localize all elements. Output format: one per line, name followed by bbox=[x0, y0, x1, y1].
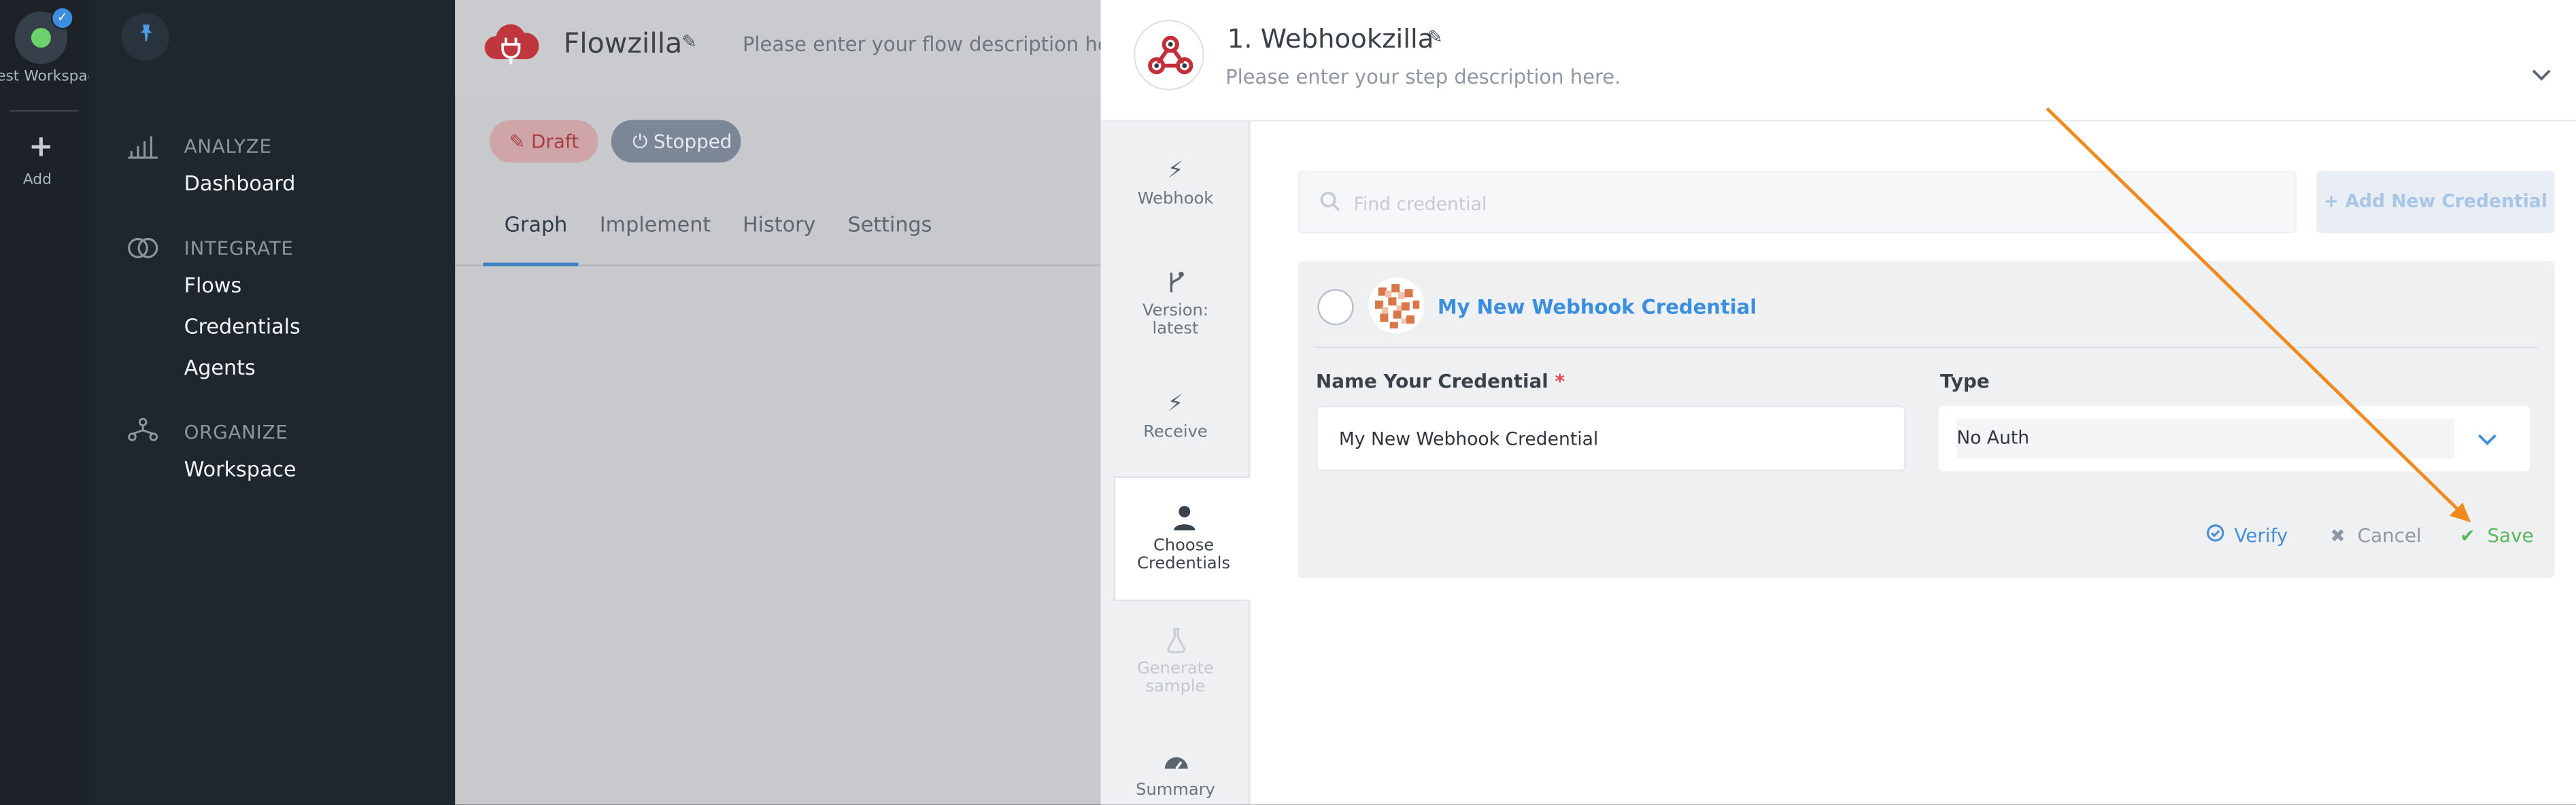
sidebar-item-label: Version: latest bbox=[1142, 302, 1209, 339]
add-new-credential-button[interactable]: + Add New Credential bbox=[2316, 171, 2555, 234]
user-icon bbox=[1170, 504, 1197, 531]
active-tab-indicator bbox=[483, 262, 579, 267]
type-selected-value: No Auth bbox=[1956, 419, 2455, 459]
nav-item-agents[interactable]: Agents bbox=[184, 355, 256, 379]
sidebar-item-label: Generate sample bbox=[1137, 660, 1214, 697]
credential-card: My New Webhook Credential Name Your Cred… bbox=[1298, 261, 2555, 579]
edit-pencil-icon[interactable]: ✎ bbox=[1427, 27, 1442, 48]
power-icon: ⏻ bbox=[632, 129, 654, 153]
branch-icon bbox=[1162, 269, 1189, 296]
sidebar-item-label: Choose Credentials bbox=[1137, 536, 1231, 574]
credentials-content: + Add New Credential bbox=[1250, 121, 2576, 805]
save-label: Save bbox=[2487, 524, 2534, 547]
divider bbox=[10, 109, 79, 112]
tab-graph[interactable]: Graph bbox=[505, 212, 568, 237]
sidebar-item-webhook[interactable]: ⚡ Webhook bbox=[1101, 158, 1251, 209]
pencil-icon: ✎ bbox=[509, 129, 532, 153]
flow-description[interactable]: Please enter your flow description here. bbox=[743, 33, 1136, 56]
name-field-label: Name Your Credential * bbox=[1316, 370, 1565, 393]
stopped-label: Stopped bbox=[653, 129, 732, 153]
main-navigation: ANALYZE Dashboard INTEGRATE Flows Creden… bbox=[88, 0, 456, 805]
sidebar-item-generate-sample: Generate sample bbox=[1101, 628, 1251, 696]
credential-name[interactable]: My New Webhook Credential bbox=[1438, 296, 1757, 319]
credential-name-input[interactable] bbox=[1316, 405, 1906, 472]
sidebar-item-label: Receive bbox=[1143, 424, 1208, 442]
save-button[interactable]: ✔ Save bbox=[2458, 524, 2534, 547]
gauge-icon bbox=[1162, 749, 1189, 776]
sidebar-item-version[interactable]: Version: latest bbox=[1101, 269, 1251, 339]
step-title: 1. Webhookzilla bbox=[1227, 22, 1434, 54]
webhook-icon bbox=[1133, 19, 1204, 90]
flow-header: Flowzilla ✎ Please enter your flow descr… bbox=[455, 0, 1136, 96]
divider bbox=[1314, 346, 2539, 349]
nav-item-credentials[interactable]: Credentials bbox=[184, 313, 301, 338]
type-field-label: Type bbox=[1940, 369, 1990, 393]
workspace-label: Test Workspace bbox=[0, 69, 95, 86]
sidebar-item-summary[interactable]: Summary bbox=[1101, 749, 1251, 800]
flask-icon bbox=[1162, 628, 1189, 654]
credential-search[interactable] bbox=[1298, 171, 2297, 234]
verify-label: Verify bbox=[2234, 524, 2288, 547]
step-sidebar: ⚡ Webhook Version: latest ⚡ Receive Choo… bbox=[1100, 121, 1252, 805]
tab-settings[interactable]: Settings bbox=[848, 212, 932, 237]
cloud-plug-icon bbox=[484, 24, 539, 65]
draft-badge[interactable]: ✎ Draft bbox=[489, 120, 598, 163]
name-field-label-text: Name Your Credential bbox=[1316, 369, 1548, 393]
pin-icon[interactable] bbox=[121, 13, 169, 61]
draft-label: Draft bbox=[531, 129, 579, 153]
workspace-status-dot bbox=[31, 28, 51, 48]
nav-item-workspace[interactable]: Workspace bbox=[184, 457, 296, 481]
tab-history[interactable]: History bbox=[743, 212, 815, 237]
tab-implement[interactable]: Implement bbox=[600, 212, 711, 237]
nav-section-integrate: INTEGRATE bbox=[184, 236, 294, 260]
bar-chart-icon bbox=[128, 136, 158, 159]
edit-pencil-icon[interactable]: ✎ bbox=[682, 31, 697, 52]
workspace-rail: ✓ Test Workspace + Add bbox=[0, 0, 95, 805]
flow-title: Flowzilla bbox=[563, 28, 683, 61]
flow-editor: Flowzilla ✎ Please enter your flow descr… bbox=[455, 0, 1136, 805]
add-workspace-label[interactable]: Add bbox=[23, 173, 52, 189]
type-select[interactable]: No Auth bbox=[1938, 405, 2530, 472]
nav-section-organize: ORGANIZE bbox=[184, 420, 288, 444]
chevron-down-icon[interactable] bbox=[2530, 63, 2553, 86]
verify-button[interactable]: Verify bbox=[2205, 524, 2288, 547]
credential-pattern-icon bbox=[1368, 277, 1425, 334]
search-icon bbox=[1320, 192, 1340, 211]
close-icon: ✖ bbox=[2330, 526, 2345, 547]
check-icon: ✓ bbox=[50, 6, 74, 30]
flow-tabs: Graph Implement History Settings bbox=[455, 194, 1101, 267]
org-chart-icon bbox=[128, 417, 158, 441]
sidebar-item-label: Summary bbox=[1136, 781, 1215, 800]
sidebar-item-label: Webhook bbox=[1137, 190, 1214, 209]
check-circle-icon bbox=[2205, 524, 2224, 547]
sidebar-item-receive[interactable]: ⚡ Receive bbox=[1101, 391, 1251, 442]
required-marker: * bbox=[1555, 369, 1565, 393]
rings-icon bbox=[128, 237, 158, 258]
nav-item-dashboard[interactable]: Dashboard bbox=[184, 171, 296, 195]
step-header: 1. Webhookzilla ✎ Please enter your step… bbox=[1100, 0, 2576, 122]
checkmark-icon: ✔ bbox=[2460, 526, 2475, 547]
nav-section-analyze: ANALYZE bbox=[184, 135, 272, 158]
step-description[interactable]: Please enter your step description here. bbox=[1225, 66, 1621, 89]
plus-icon[interactable]: + bbox=[28, 132, 54, 161]
chevron-down-icon[interactable] bbox=[2476, 427, 2499, 450]
lightning-icon: ⚡ bbox=[1167, 390, 1184, 417]
nav-item-flows[interactable]: Flows bbox=[184, 273, 242, 297]
add-new-credential-label: Add New Credential bbox=[2345, 190, 2547, 212]
cancel-label: Cancel bbox=[2357, 524, 2422, 547]
sidebar-item-choose-credentials[interactable]: Choose Credentials bbox=[1113, 476, 1252, 602]
stopped-badge[interactable]: ⏻ Stopped bbox=[611, 120, 741, 163]
step-panel: 1. Webhookzilla ✎ Please enter your step… bbox=[1100, 0, 2576, 805]
plus-icon: + bbox=[2323, 190, 2345, 212]
cancel-button[interactable]: ✖ Cancel bbox=[2328, 524, 2422, 547]
credential-radio[interactable] bbox=[1317, 289, 1354, 326]
search-input[interactable] bbox=[1353, 187, 2274, 220]
lightning-icon: ⚡ bbox=[1167, 157, 1184, 184]
